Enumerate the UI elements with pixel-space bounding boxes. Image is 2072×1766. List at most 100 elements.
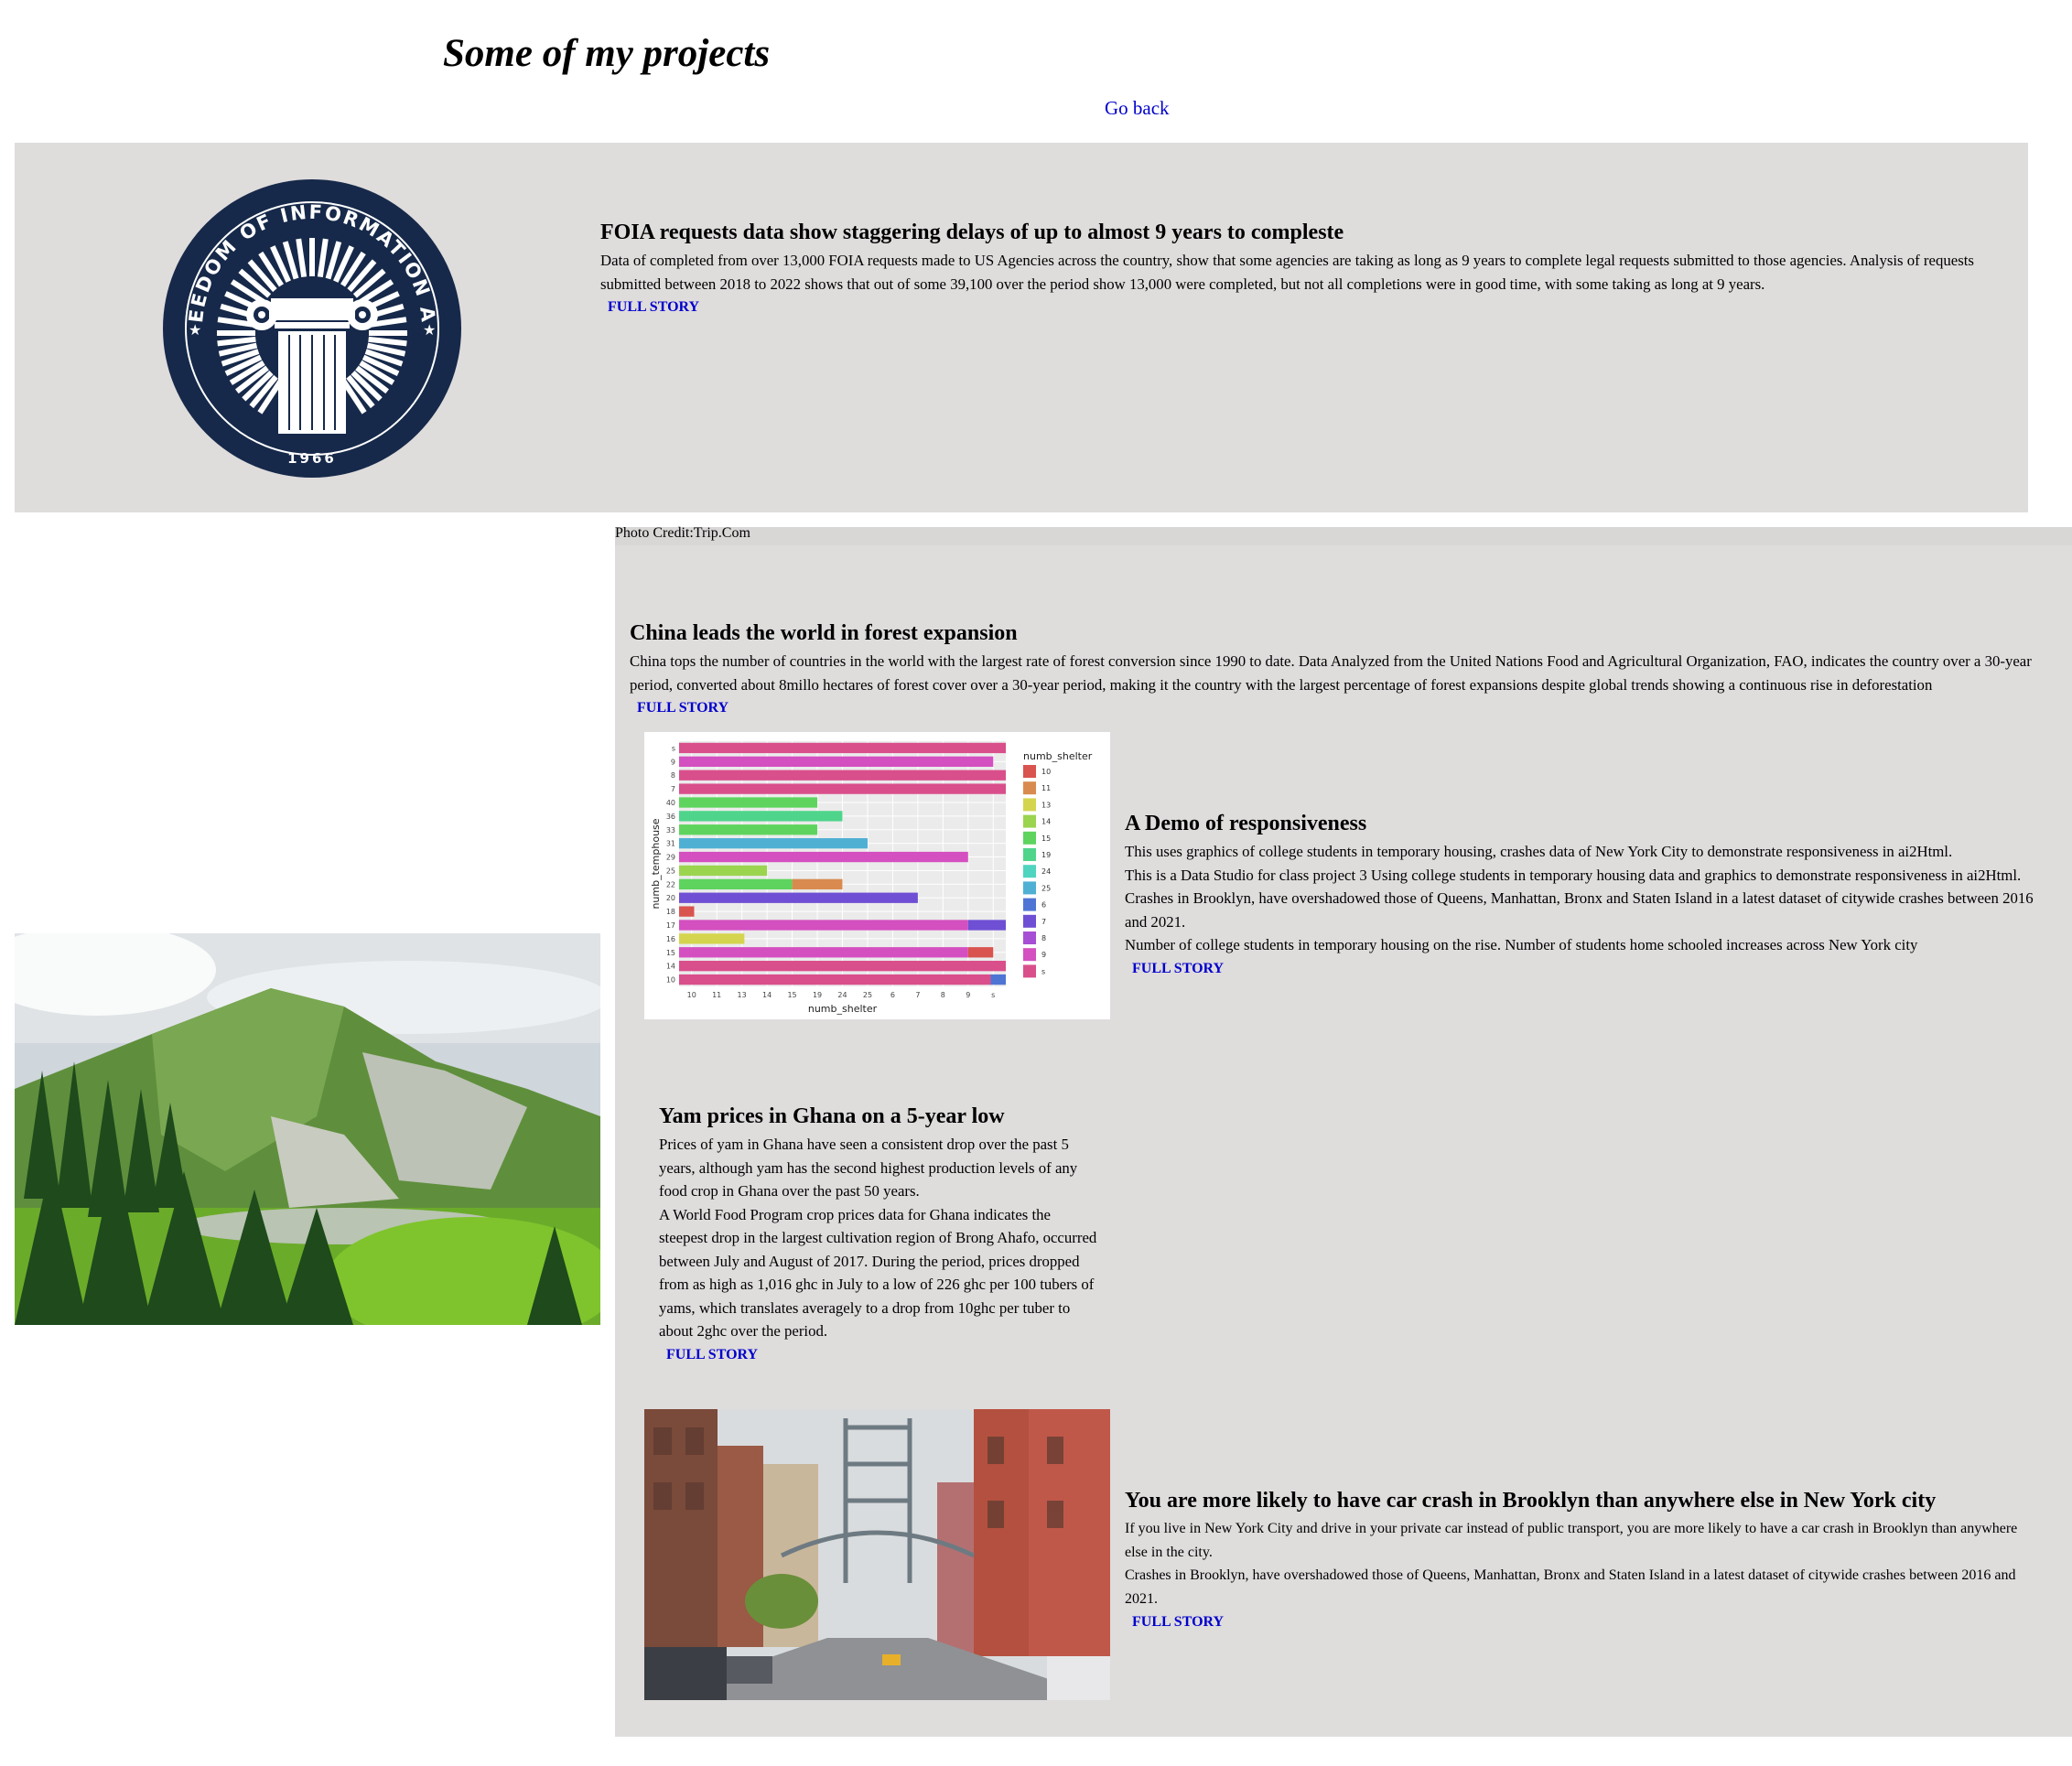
legend-label: 24	[1041, 867, 1051, 876]
legend-label: 7	[1041, 918, 1046, 926]
legend-swatch	[1023, 781, 1036, 795]
bar-15	[679, 947, 968, 958]
temp-housing-chart: s 9 8 7 40 36 33 31 29 25 22 20 18 17 16 15 14 10 10 11 13 14…	[644, 732, 1110, 1019]
bar-chart-svg: s 9 8 7 40 36 33 31 29 25 22 20 18 17 16 15 14 10 10 11 13 14…	[650, 741, 1093, 1015]
x-tick-label: 24	[837, 991, 847, 999]
brooklyn-story-p1: If you live in New York City and drive i…	[1125, 1521, 2018, 1560]
legend-label: 8	[1041, 934, 1046, 942]
legend-swatch	[1023, 931, 1036, 944]
legend-swatch	[1023, 848, 1036, 861]
demo-story-p3: Crashes in Brooklyn, have overshadowed t…	[1125, 889, 2034, 931]
forest-photo	[15, 933, 600, 1325]
x-tick-label: 14	[762, 991, 772, 999]
foia-story-body: Data of completed from over 13,000 FOIA …	[600, 252, 1974, 293]
y-tick-label: 14	[666, 963, 675, 971]
bar-12	[679, 906, 695, 917]
y-tick-label: s	[672, 744, 675, 752]
bar-17	[679, 974, 991, 985]
foia-story-title: FOIA requests data show staggering delay…	[600, 221, 1344, 244]
bar-6	[679, 824, 818, 835]
bar-0	[679, 742, 1006, 754]
demo-story: A Demo of responsiveness This uses graph…	[1125, 811, 2040, 981]
x-axis-label: numb_shelter	[808, 1003, 878, 1015]
yam-full-story-link[interactable]: FULL STORY	[666, 1343, 758, 1367]
china-story-title: China leads the world in forest expansio…	[630, 621, 1018, 645]
bar-8	[679, 851, 968, 863]
legend-label: 15	[1041, 835, 1051, 843]
y-tick-label: 40	[666, 799, 675, 807]
brooklyn-full-story-link[interactable]: FULL STORY	[1132, 1610, 1224, 1634]
x-tick-label: 8	[941, 991, 945, 999]
y-tick-label: 31	[666, 840, 675, 848]
y-tick-label: 8	[671, 771, 675, 780]
y-tick-label: 15	[666, 949, 675, 957]
brooklyn-story-p2: Crashes in Brooklyn, have overshadowed t…	[1125, 1567, 2016, 1607]
china-story: China leads the world in forest expansio…	[630, 620, 2057, 720]
x-tick-label: 11	[712, 991, 721, 999]
legend-label: 10	[1041, 768, 1051, 776]
legend-label: 9	[1041, 951, 1046, 959]
x-tick-label: 25	[863, 991, 872, 999]
demo-story-p1: This uses graphics of college students i…	[1125, 843, 1953, 860]
x-tick-label: 10	[687, 991, 696, 999]
y-tick-label: 33	[666, 826, 675, 835]
china-full-story-link[interactable]: FULL STORY	[637, 696, 728, 720]
legend-swatch	[1023, 831, 1036, 845]
legend-swatch	[1023, 765, 1036, 778]
bar-11	[679, 892, 918, 903]
bar-4	[679, 797, 818, 808]
y-axis-label: numb_temphouse	[650, 818, 662, 909]
bar-1	[679, 756, 994, 767]
legend-swatch	[1023, 898, 1036, 911]
y-tick-label: 22	[666, 880, 675, 888]
yam-story-title: Yam prices in Ghana on a 5-year low	[659, 1104, 1005, 1128]
panel-top-band	[615, 527, 2072, 545]
legend-label: s	[1041, 967, 1045, 975]
x-tick-label: 15	[787, 991, 796, 999]
bar-3	[679, 783, 1006, 794]
y-tick-label: 18	[666, 908, 675, 916]
y-tick-label: 9	[671, 758, 675, 766]
brooklyn-street-photo	[644, 1409, 1110, 1700]
foia-seal-panel: FREEDOM OF INFORMATION ACT 1966 ★ ★	[15, 143, 600, 512]
bar-15	[967, 947, 994, 958]
brooklyn-story-title: You are more likely to have car crash in…	[1125, 1489, 1937, 1513]
demo-story-title: A Demo of responsiveness	[1125, 812, 1367, 835]
photo-credit: Photo Credit:Trip.Com	[615, 525, 750, 541]
brooklyn-story: You are more likely to have car crash in…	[1125, 1488, 2031, 1634]
legend-label: 19	[1041, 851, 1051, 859]
china-story-body: China tops the number of countries in th…	[630, 652, 2032, 694]
x-tick-label: 13	[738, 991, 747, 999]
yam-story: Yam prices in Ghana on a 5-year low Pric…	[659, 1104, 1098, 1367]
demo-full-story-link[interactable]: FULL STORY	[1132, 957, 1224, 981]
legend-swatch	[1023, 814, 1036, 828]
foia-full-story-link[interactable]: FULL STORY	[608, 296, 699, 319]
legend-label: 25	[1041, 884, 1051, 892]
page-title: Some of my projects	[443, 32, 771, 75]
y-tick-label: 7	[671, 785, 675, 793]
foia-story: FOIA requests data show staggering delay…	[600, 220, 2010, 319]
demo-story-p2: This is a Data Studio for class project …	[1125, 866, 2022, 884]
svg-text:★: ★	[189, 321, 201, 339]
bar-17	[990, 974, 1006, 985]
bar-10	[679, 878, 793, 889]
legend-swatch	[1023, 914, 1036, 928]
y-tick-label: 25	[666, 867, 675, 875]
yam-story-p1: Prices of yam in Ghana have seen a consi…	[659, 1136, 1078, 1200]
yam-story-p2: A World Food Program crop prices data fo…	[659, 1205, 1097, 1341]
bar-9	[679, 865, 768, 877]
y-tick-label: 16	[666, 935, 675, 943]
svg-text:★: ★	[423, 321, 436, 339]
foia-seal-logo: FREEDOM OF INFORMATION ACT 1966 ★ ★	[161, 178, 461, 478]
legend-title: numb_shelter	[1023, 750, 1093, 762]
legend-label: 13	[1041, 801, 1051, 809]
go-back-link[interactable]: Go back	[1105, 97, 1170, 120]
y-tick-label: 36	[666, 813, 675, 821]
bar-7	[679, 838, 868, 849]
legend-swatch	[1023, 964, 1036, 978]
bar-13	[967, 920, 1006, 931]
legend-swatch	[1023, 798, 1036, 812]
foia-card: FREEDOM OF INFORMATION ACT 1966 ★ ★	[15, 143, 2028, 512]
y-tick-label: 17	[666, 921, 675, 930]
bar-13	[679, 920, 968, 931]
